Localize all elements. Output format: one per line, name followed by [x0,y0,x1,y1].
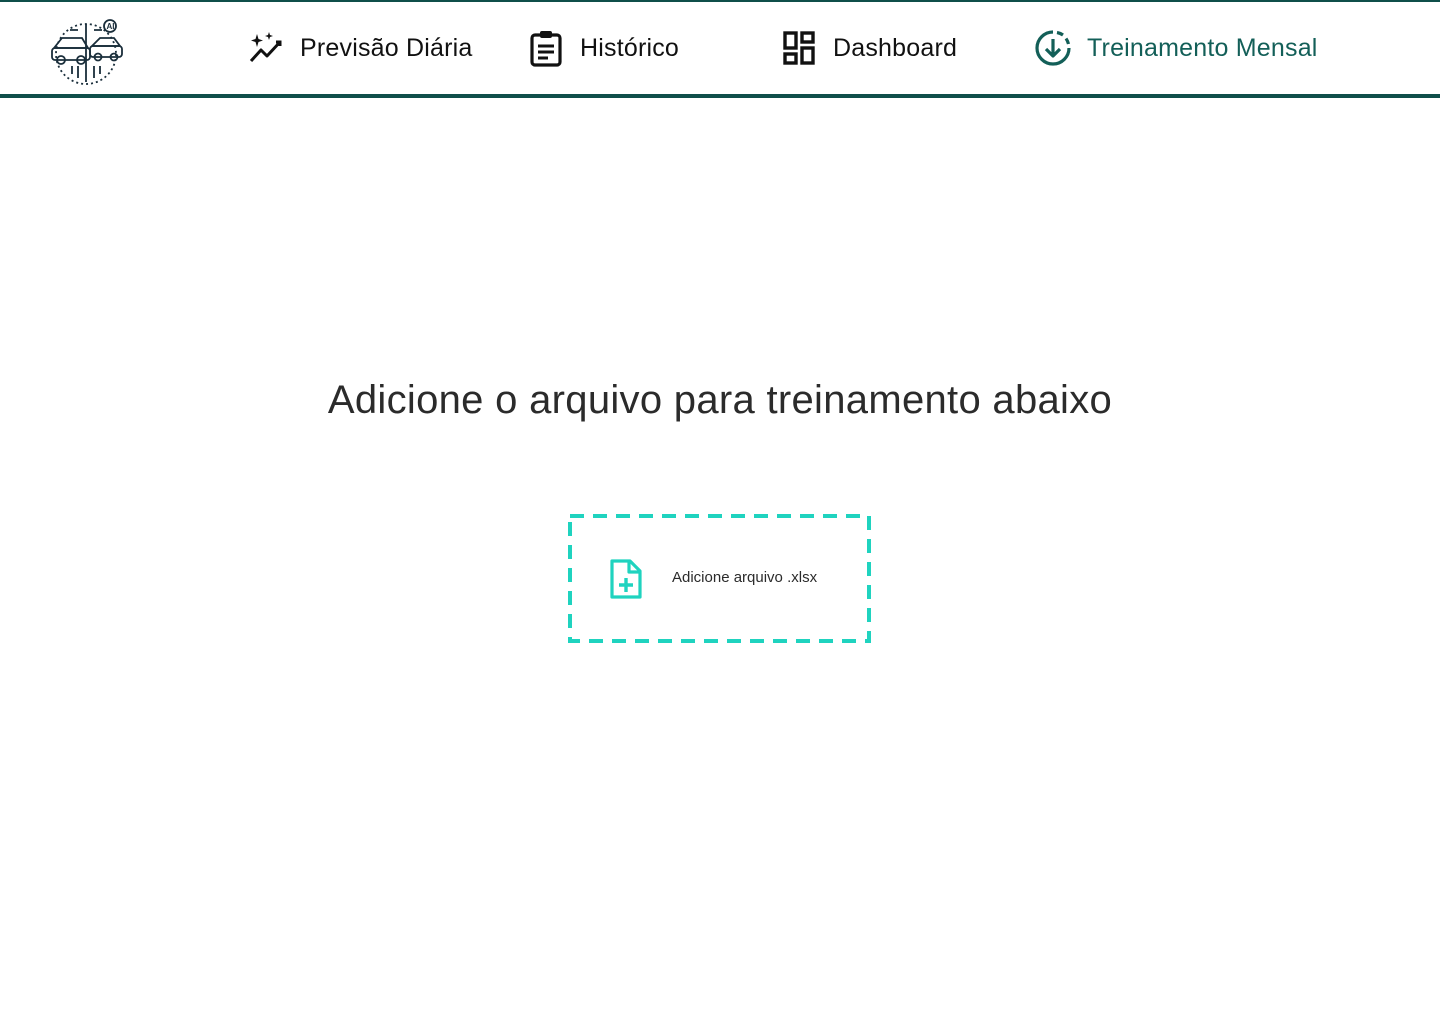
nav-label: Previsão Diária [300,33,473,62]
nav-label: Dashboard [833,33,958,62]
page-title: Adicione o arquivo para treinamento abai… [327,378,1113,422]
car-circuit-ai-logo-icon: AI [51,19,123,85]
top-navigation-bar: AI Previsão Diária Histórico Dashboard T… [0,0,1440,98]
file-dropzone[interactable]: Adicione arquivo .xlsx [568,514,871,643]
download-circle-icon [1033,28,1073,68]
nav-historico[interactable]: Histórico [526,2,679,94]
nav-label: Treinamento Mensal [1087,33,1318,62]
dropzone-label: Adicione arquivo .xlsx [672,569,818,586]
dropzone-content: Adicione arquivo .xlsx [568,514,871,643]
dashboard-grid-icon [779,28,819,68]
nav-treinamento-mensal[interactable]: Treinamento Mensal [1033,2,1318,94]
nav-dashboard[interactable]: Dashboard [779,2,957,94]
nav-previsao-diaria[interactable]: Previsão Diária [246,2,473,94]
clipboard-icon [526,28,566,68]
app-logo[interactable]: AI [48,16,126,88]
nav-label: Histórico [580,33,680,62]
file-add-icon [608,558,644,600]
sparkle-chart-icon [246,28,286,68]
svg-text:AI: AI [107,22,115,31]
